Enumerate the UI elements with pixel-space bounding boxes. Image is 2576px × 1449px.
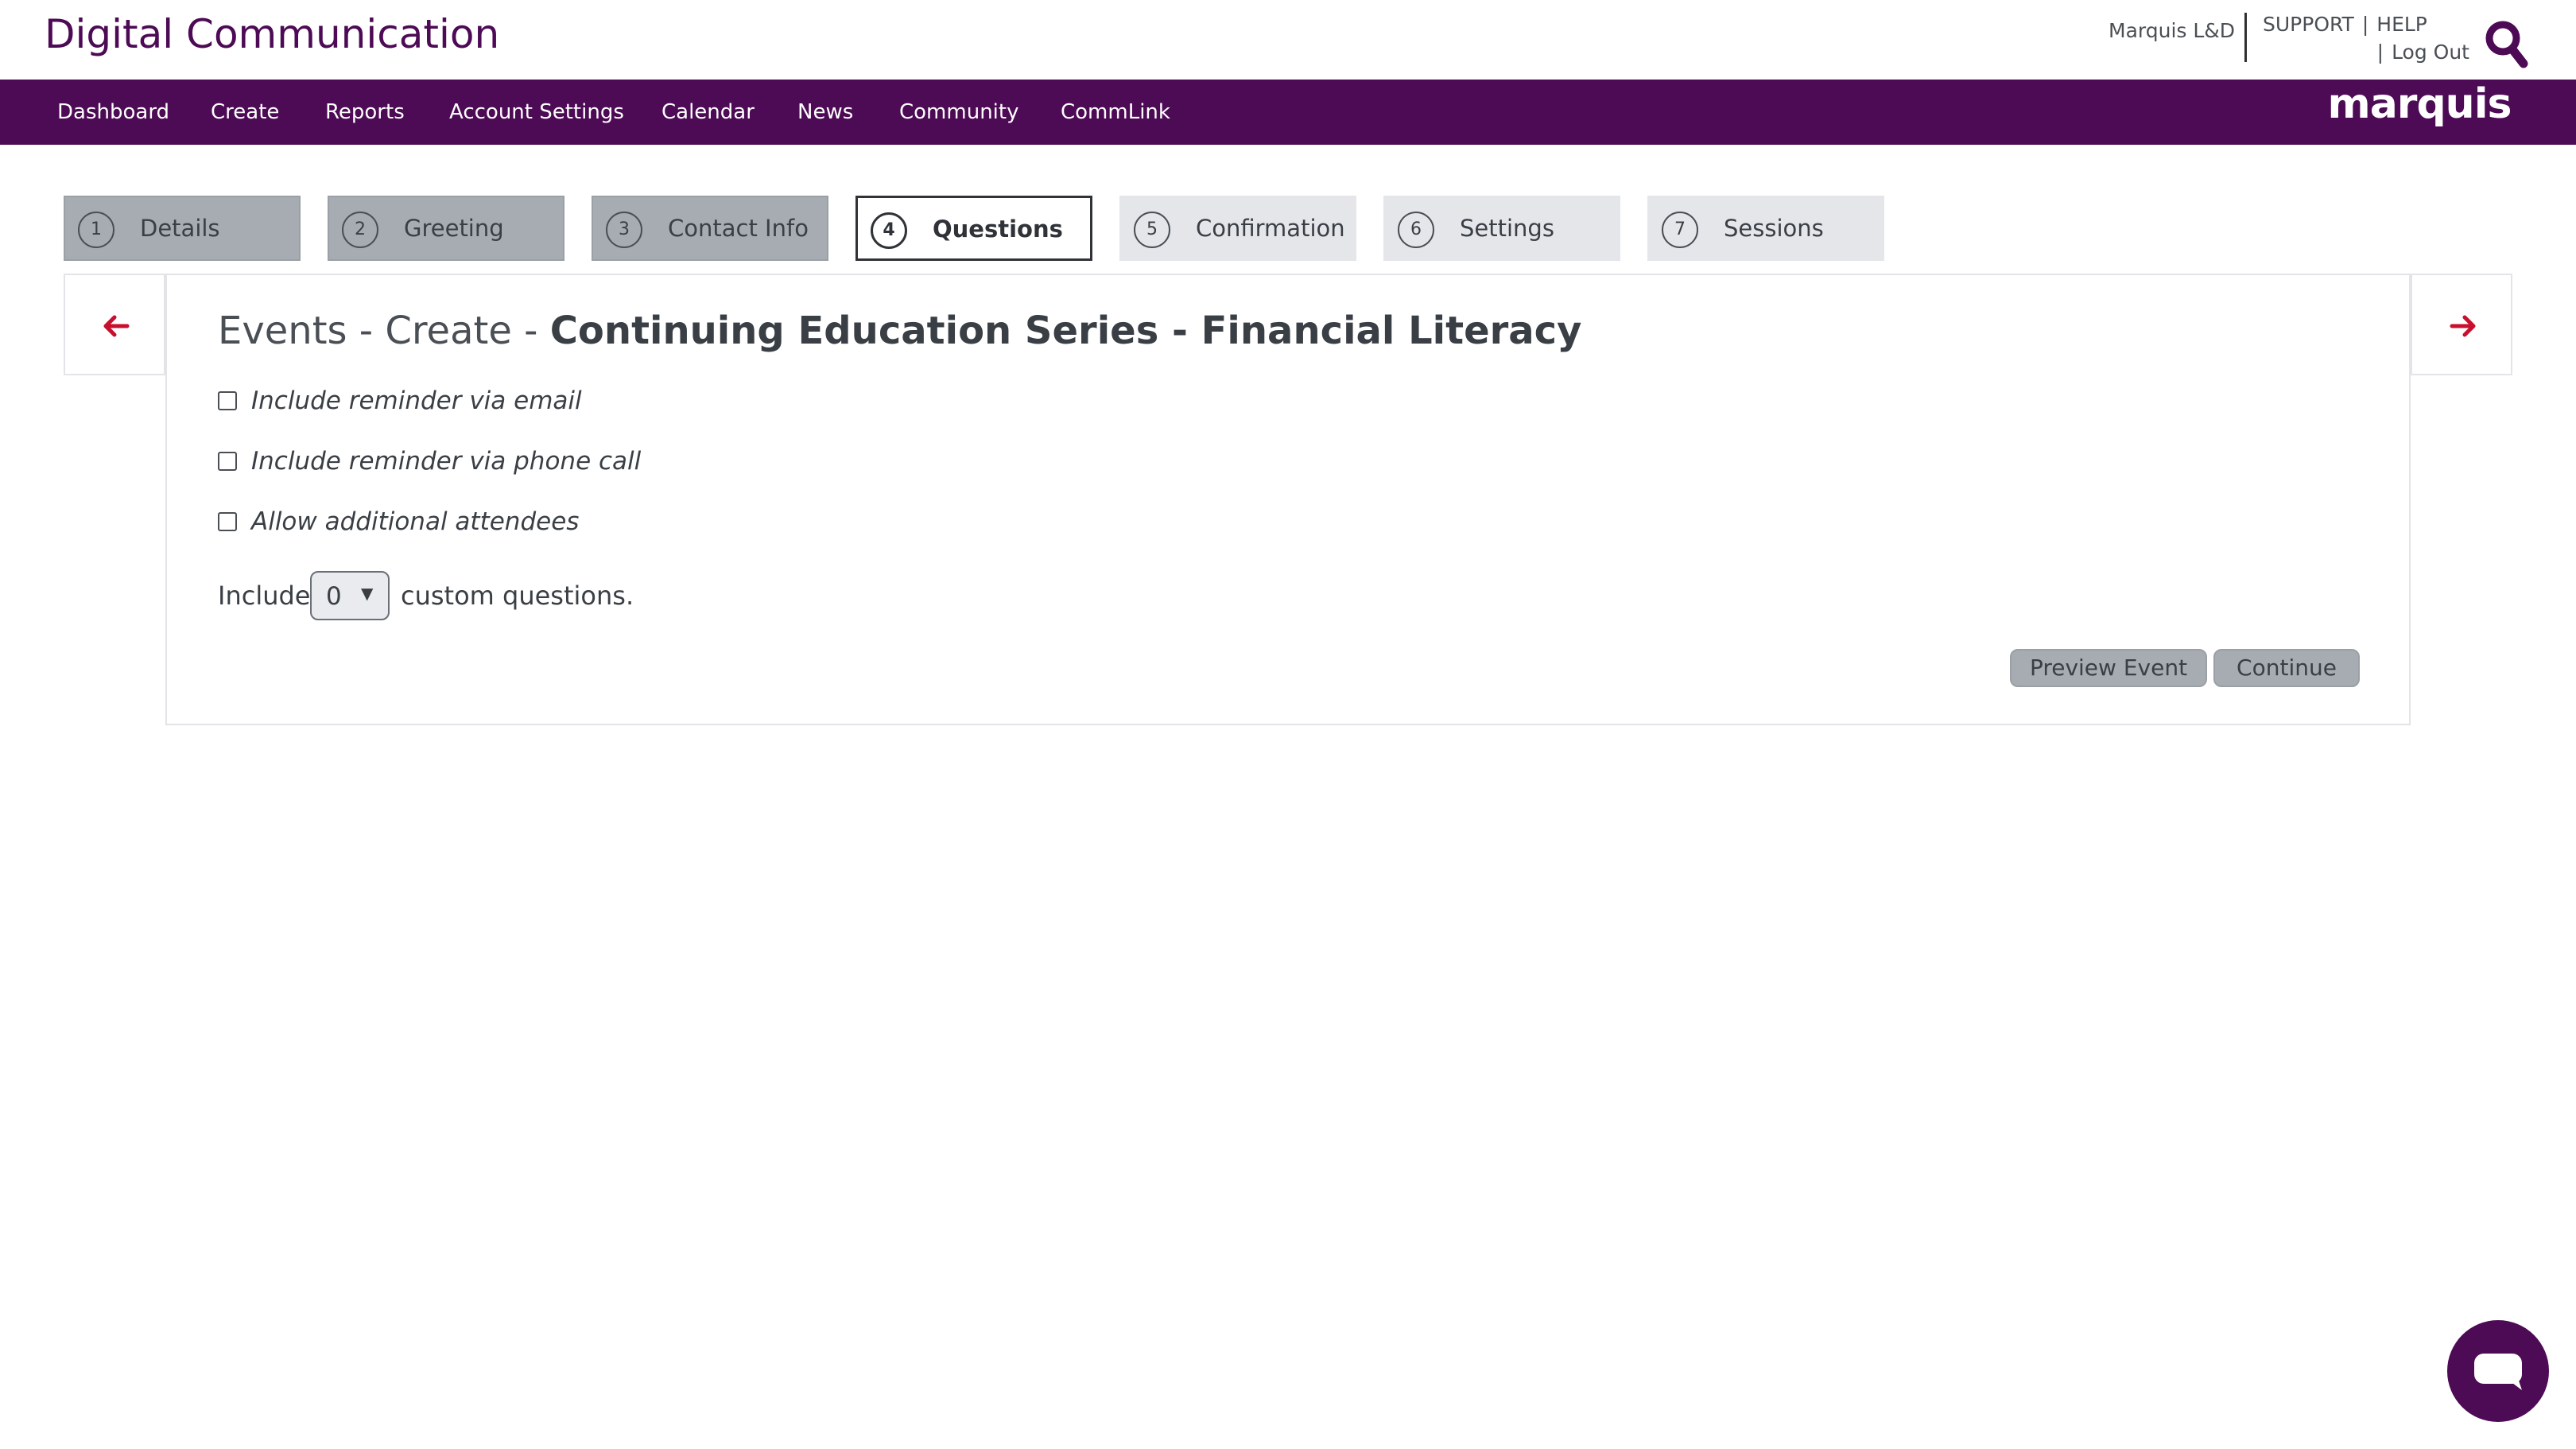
- logout-link[interactable]: Log Out: [2392, 41, 2469, 64]
- preview-event-button[interactable]: Preview Event: [2010, 649, 2207, 687]
- option-label[interactable]: Allow additional attendees: [251, 506, 579, 538]
- step-greeting[interactable]: 2 Greeting: [328, 196, 564, 261]
- nav-commlink[interactable]: CommLink: [1061, 80, 1170, 145]
- custom-questions-select[interactable]: 0 ▼: [310, 571, 390, 620]
- next-step-button[interactable]: [2411, 274, 2512, 375]
- nav-account-settings[interactable]: Account Settings: [449, 80, 624, 145]
- email-reminder-checkbox[interactable]: [218, 391, 237, 410]
- phone-reminder-checkbox[interactable]: [218, 452, 237, 471]
- step-number: 6: [1398, 212, 1434, 248]
- step-details[interactable]: 1 Details: [64, 196, 301, 261]
- step-label: Questions: [933, 216, 1063, 243]
- custom-questions-label: custom questions.: [401, 581, 634, 611]
- step-label: Sessions: [1724, 215, 1824, 242]
- step-contact-info[interactable]: 3 Contact Info: [592, 196, 828, 261]
- link-separator: |: [2361, 13, 2369, 36]
- option-label[interactable]: Include reminder via email: [251, 385, 582, 417]
- step-number: 3: [606, 212, 642, 248]
- search-icon[interactable]: [2484, 19, 2528, 68]
- step-sessions[interactable]: 7 Sessions: [1647, 196, 1884, 261]
- nav-community[interactable]: Community: [899, 80, 1018, 145]
- step-number: 7: [1662, 212, 1698, 248]
- top-header: Digital Communication Marquis L&D SUPPOR…: [0, 0, 2576, 80]
- questions-panel: Events - Create - Continuing Education S…: [165, 274, 2411, 725]
- step-label: Greeting: [404, 215, 504, 242]
- dropdown-caret-icon: ▼: [361, 584, 374, 603]
- step-label: Contact Info: [668, 215, 809, 242]
- nav-reports[interactable]: Reports: [325, 80, 405, 145]
- step-number: 5: [1134, 212, 1170, 248]
- support-link[interactable]: SUPPORT: [2263, 13, 2354, 36]
- arrow-right-icon: [2450, 315, 2476, 337]
- marquis-logo-text: marquis: [2328, 83, 2511, 128]
- previous-step-button[interactable]: [64, 274, 165, 375]
- header-divider: [2244, 13, 2247, 62]
- step-number: 2: [342, 212, 378, 248]
- nav-create[interactable]: Create: [211, 80, 279, 145]
- option-label[interactable]: Include reminder via phone call: [251, 445, 641, 477]
- marquis-logo[interactable]: marquis: [2328, 83, 2511, 138]
- include-label: Include: [218, 581, 311, 611]
- account-name[interactable]: Marquis L&D: [2109, 19, 2235, 42]
- title-prefix: Events - Create -: [218, 309, 550, 353]
- step-number: 1: [78, 212, 114, 248]
- nav-calendar[interactable]: Calendar: [661, 80, 755, 145]
- step-settings[interactable]: 6 Settings: [1383, 196, 1620, 261]
- chat-bubble-icon: [2474, 1354, 2522, 1390]
- step-label: Details: [140, 215, 220, 242]
- help-link[interactable]: HELP: [2376, 13, 2427, 36]
- step-label: Settings: [1460, 215, 1554, 242]
- page-title: Events - Create - Continuing Education S…: [218, 309, 1581, 353]
- main-nav: Dashboard Create Reports Account Setting…: [0, 80, 2576, 145]
- additional-attendees-checkbox[interactable]: [218, 512, 237, 531]
- continue-button[interactable]: Continue: [2213, 649, 2360, 687]
- header-links: SUPPORT | HELP | Log Out: [2263, 13, 2469, 64]
- step-number: 4: [871, 212, 907, 249]
- chat-launcher-button[interactable]: [2447, 1320, 2549, 1422]
- event-name: Continuing Education Series - Financial …: [549, 309, 1582, 353]
- app-brand-title[interactable]: Digital Communication: [45, 11, 499, 57]
- step-confirmation[interactable]: 5 Confirmation: [1119, 196, 1356, 261]
- step-label: Confirmation: [1196, 215, 1345, 242]
- select-value: 0: [326, 582, 342, 611]
- link-separator: |: [2376, 41, 2384, 64]
- nav-news[interactable]: News: [797, 80, 853, 145]
- step-questions[interactable]: 4 Questions: [855, 196, 1092, 261]
- arrow-left-icon: [103, 315, 130, 337]
- nav-dashboard[interactable]: Dashboard: [57, 80, 169, 145]
